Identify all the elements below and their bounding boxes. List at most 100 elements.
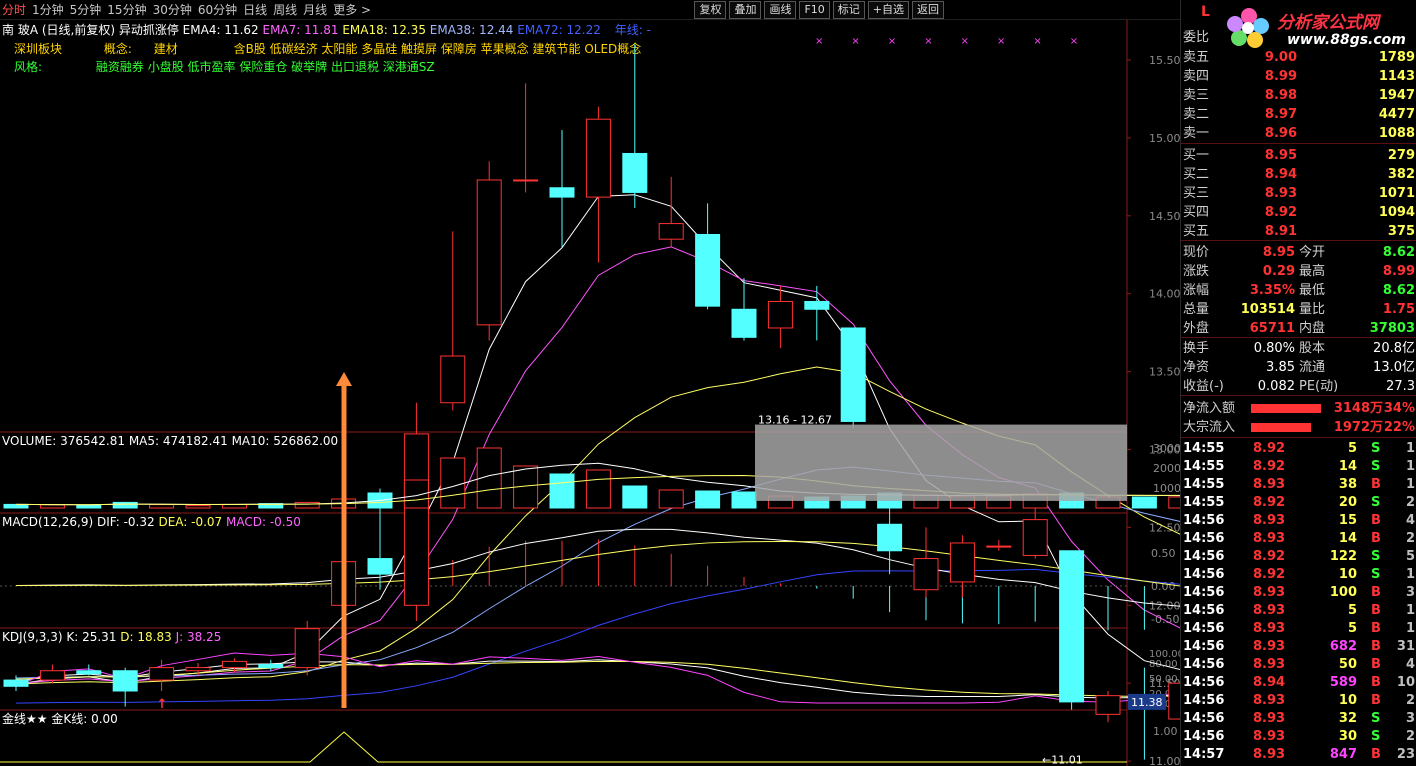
fundamental-row: 净资 3.85 流通 13.0亿 [1181,358,1416,377]
stat-label-2: 量比 [1299,302,1326,317]
bid-label: 买二 [1183,167,1210,182]
candle-body [695,233,721,307]
tick-side: B [1371,585,1381,600]
tick-count: 1 [1405,603,1415,618]
tick-price: 8.93 [1253,729,1286,744]
kline-chart[interactable]: 15.5015.0014.5014.0013.5013.0012.5012.00… [0,20,1180,766]
bid-label: 买三 [1183,186,1210,201]
macd-dif: DIF: -0.32 [96,515,155,529]
stat-value: 8.95 [1262,245,1295,260]
toolbar-button-0[interactable]: 复权 [694,1,727,19]
tab-period-0[interactable]: 分时 [2,2,32,18]
trade-tick-row: 14:56 8.93 5 B 1 [1181,602,1416,620]
tab-period-4[interactable]: 30分钟 [153,2,198,18]
volume-axis-label: 10000 [1153,482,1180,495]
tick-time: 14:56 [1183,531,1225,546]
gold-header: 金线★★ 金K线: 0.00 [2,712,118,726]
flow-percent: 22% [1383,420,1415,435]
tick-volume: 10 [1338,693,1357,708]
toolbar-button-5[interactable]: +自选 [867,1,909,19]
gold-name: 金线★★ [2,712,48,726]
low-price-label: ←11.01 [1042,754,1083,766]
tick-volume: 122 [1329,549,1357,564]
tick-time: 14:55 [1183,441,1225,456]
stat-value: 103514 [1240,302,1295,317]
tab-period-6[interactable]: 日线 [243,2,273,18]
tick-count: 1 [1405,621,1415,636]
event-marker: × [1033,36,1041,47]
trade-tick-row: 14:56 8.93 30 S 2 [1181,728,1416,746]
tick-volume: 38 [1338,477,1357,492]
tab-period-5[interactable]: 60分钟 [198,2,243,18]
tick-price: 8.93 [1253,657,1286,672]
tick-time: 14:56 [1183,675,1225,690]
kdj-k: K: 25.31 [66,630,117,644]
tick-price: 8.92 [1253,567,1286,582]
tab-period-2[interactable]: 5分钟 [70,2,108,18]
stat-value-2: 1.75 [1382,302,1415,317]
tab-period-8[interactable]: 月线 [303,2,333,18]
bid-volume: 382 [1387,167,1415,182]
tick-side: S [1371,711,1381,726]
gold-axis-label: 1.00 [1153,725,1178,738]
stat-value-2: 8.62 [1382,245,1415,260]
tick-price: 8.93 [1253,513,1286,528]
ask-row: 卖三 8.98 1947 [1181,86,1416,105]
tab-period-9[interactable]: 更多 > [333,2,377,18]
fund-value: 0.082 [1257,379,1295,394]
volume-header: VOLUME: 376542.81 MA5: 474182.41 MA10: 5… [2,434,339,448]
toolbar-button-2[interactable]: 画线 [764,1,797,19]
fund-label-2: 流通 [1299,360,1326,375]
kdj-header: KDJ(9,3,3) K: 25.31 D: 18.83 J: 38.25 [2,630,221,644]
candle-body [185,667,211,672]
tick-volume: 5 [1347,441,1357,456]
toolbar-button-3[interactable]: F10 [799,1,830,19]
volume-bar [76,504,102,509]
stat-value: 65711 [1249,321,1295,336]
tab-period-1[interactable]: 1分钟 [32,2,70,18]
candle-body [1168,682,1180,720]
tick-price: 8.93 [1253,747,1286,762]
tab-period-3[interactable]: 15分钟 [107,2,152,18]
tick-count: 2 [1405,693,1415,708]
trade-tick-row: 14:56 8.93 682 B 31 [1181,638,1416,656]
fund-value: 0.80% [1253,341,1295,356]
volume-bar [585,469,611,509]
flow-bar [1251,404,1321,413]
fund-value-2: 13.0亿 [1373,360,1415,375]
sidebar-divider [1181,240,1416,241]
tick-time: 14:56 [1183,621,1225,636]
volume-bar [185,505,211,509]
tick-price: 8.93 [1253,711,1286,726]
toolbar-button-4[interactable]: 标记 [832,1,865,19]
toolbar-button-1[interactable]: 叠加 [729,1,762,19]
tick-price: 8.92 [1253,441,1286,456]
tick-count: 2 [1405,729,1415,744]
kdj-j-line [15,652,1180,704]
ask-label: 卖一 [1183,126,1210,141]
flow-amount: 1972万 [1333,420,1383,435]
tab-period-7[interactable]: 周线 [273,2,303,18]
tick-volume: 100 [1329,585,1357,600]
flow-amount: 3148万 [1333,401,1383,416]
tick-side: S [1371,567,1381,582]
trade-tick-row: 14:56 8.93 100 B 3 [1181,584,1416,602]
fund-value-2: 20.8亿 [1373,341,1415,356]
ask-row: 卖五 9.00 1789 [1181,48,1416,67]
tick-time: 14:56 [1183,711,1225,726]
flow-label: 净流入额 [1183,401,1236,416]
volume-bar [1131,496,1157,509]
tick-count: 3 [1405,585,1415,600]
candle-body [585,118,611,198]
candle-body [149,667,175,681]
trade-tick-row: 14:56 8.93 5 B 1 [1181,620,1416,638]
candle-body [767,300,793,329]
tick-price: 8.92 [1253,459,1286,474]
tick-volume: 682 [1329,639,1357,654]
bid-volume: 279 [1387,148,1415,163]
tick-side: B [1371,675,1381,690]
toolbar-button-6[interactable]: 返回 [912,1,944,19]
event-marker: × [851,36,859,47]
bid-row: 买三 8.93 1071 [1181,184,1416,203]
candle-body [658,223,684,240]
